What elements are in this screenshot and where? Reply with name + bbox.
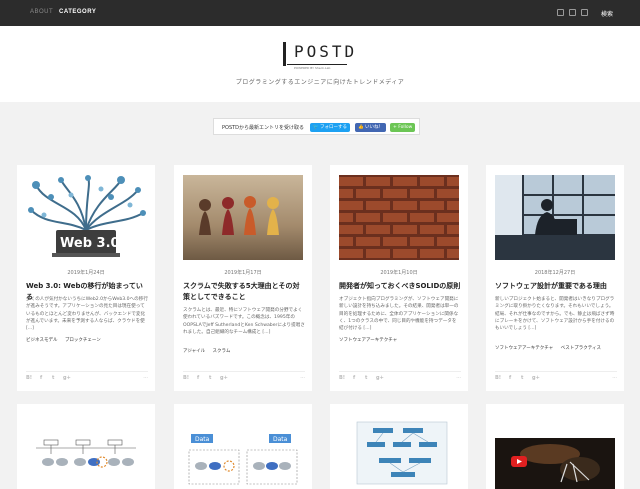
- hatena-bookmark-icon[interactable]: B!: [183, 375, 189, 381]
- tag-link[interactable]: ソフトウェアアーキテクチャ: [339, 338, 397, 343]
- follow-label: POSTDから最新エントリを受け取る: [222, 125, 305, 131]
- article-excerpt: 新しいプロジェクト始まると、開発者はいきなりプログラミングに取り掛かりたくなりま…: [495, 297, 615, 332]
- more-share-icon[interactable]: ...: [300, 374, 305, 380]
- article-card[interactable]: 2019年1月10日 開発者が知っておくべきSOLIDの原則 オブジェクト指向プ…: [330, 165, 468, 391]
- facebook-share-icon[interactable]: f: [197, 375, 199, 381]
- twitter-share-icon[interactable]: t: [521, 375, 523, 381]
- article-card[interactable]: 2018年12月27日 ソフトウェア設計が重要である理由 新しいプロジェクト始ま…: [486, 165, 624, 391]
- more-share-icon[interactable]: ...: [612, 374, 617, 380]
- share-bar: B! f t g+ ...: [495, 371, 617, 381]
- share-bar: B! f t g+ ...: [26, 371, 148, 381]
- diagram-data-label: Data: [273, 436, 288, 443]
- article-tags: アジャイル スクラム: [183, 348, 305, 354]
- tag-link[interactable]: ビジネスモデル: [26, 338, 58, 343]
- data-distribution-diagram-image: Data Data: [188, 434, 298, 485]
- hatena-bookmark-icon[interactable]: B!: [339, 375, 345, 381]
- article-thumbnail[interactable]: [26, 414, 146, 489]
- top-nav: ABOUT CATEGORY 検索: [0, 0, 640, 26]
- facebook-share-icon[interactable]: f: [509, 375, 511, 381]
- tag-link[interactable]: スクラム: [213, 349, 231, 354]
- article-title[interactable]: 開発者が知っておくべきSOLIDの原則: [339, 281, 461, 292]
- logo-powered-by: POWERED BY Sheck.Lab: [294, 66, 331, 70]
- article-thumbnail[interactable]: [339, 414, 459, 489]
- article-card[interactable]: Web 3.0 2019年1月24日 Web 3.0: Webの移行が始まってい…: [17, 165, 155, 391]
- pawn-figures-photo: [183, 175, 303, 260]
- nav-category-link[interactable]: CATEGORY: [59, 9, 96, 15]
- google-plus-share-icon[interactable]: g+: [63, 375, 71, 381]
- facebook-like-label: いいね！: [365, 125, 384, 130]
- facebook-share-icon[interactable]: f: [40, 375, 42, 381]
- logo-text: POSTD: [294, 42, 358, 61]
- facebook-icon[interactable]: [569, 9, 576, 16]
- diagram-data-label: Data: [195, 436, 210, 443]
- article-thumbnail[interactable]: [495, 414, 615, 489]
- architecture-diagram-image: [36, 439, 136, 468]
- tag-link[interactable]: ブロックチェーン: [65, 338, 101, 343]
- article-thumbnail[interactable]: Data Data: [183, 414, 303, 489]
- nav-about-link[interactable]: ABOUT: [30, 9, 53, 15]
- site-tagline: プログラミングするエンジニアに向けたトレンドメディア: [235, 79, 405, 86]
- video-thumbnail-image: [495, 438, 615, 489]
- logo-bar: [283, 42, 286, 66]
- article-card[interactable]: [486, 404, 624, 489]
- tag-link[interactable]: アジャイル: [183, 349, 205, 354]
- feedly-follow-label: Follow: [398, 125, 413, 130]
- article-date: 2019年1月17日: [224, 270, 262, 276]
- follow-bar: POSTDから最新エントリを受け取る 🐦 フォローする 👍 いいね！ + Fol…: [213, 118, 420, 135]
- search-button[interactable]: 検索: [601, 9, 613, 18]
- article-card[interactable]: Data Data: [174, 404, 312, 489]
- site-logo[interactable]: POSTD POWERED BY Sheck.Lab: [283, 42, 357, 70]
- site-header: POSTD POWERED BY Sheck.Lab プログラミングするエンジニ…: [0, 26, 640, 102]
- article-tags: ビジネスモデル ブロックチェーン: [26, 337, 148, 343]
- more-share-icon[interactable]: ...: [456, 374, 461, 380]
- article-card[interactable]: 2019年1月17日 スクラムで失敗する5大理由とその対策としてできること スク…: [174, 165, 312, 391]
- more-share-icon[interactable]: ...: [143, 374, 148, 380]
- tag-link[interactable]: ベストプラクティス: [561, 346, 601, 351]
- web3-illustration: Web 3.0: [28, 175, 146, 257]
- facebook-share-icon[interactable]: f: [353, 375, 355, 381]
- twitter-share-icon[interactable]: t: [365, 375, 367, 381]
- article-tags: ソフトウェアアーキテクチャ ベストプラクティス: [495, 345, 617, 351]
- share-bar: B! f t g+ ...: [339, 371, 461, 381]
- article-date: 2018年12月27日: [534, 270, 576, 276]
- window-silhouette-photo: [495, 175, 615, 260]
- hatena-bookmark-icon[interactable]: B!: [495, 375, 501, 381]
- share-bar: B! f t g+ ...: [183, 371, 305, 381]
- feedly-follow-button[interactable]: + Follow: [390, 123, 416, 132]
- article-title[interactable]: スクラムで失敗する5大理由とその対策としてできること: [183, 281, 305, 303]
- twitter-follow-button[interactable]: 🐦 フォローする: [310, 123, 351, 132]
- article-tags: ソフトウェアアーキテクチャ: [339, 337, 461, 343]
- article-thumbnail[interactable]: [339, 175, 459, 260]
- article-date: 2019年1月10日: [380, 270, 418, 276]
- twitter-share-icon[interactable]: t: [209, 375, 211, 381]
- twitter-icon[interactable]: [557, 9, 564, 16]
- google-plus-share-icon[interactable]: g+: [532, 375, 540, 381]
- google-plus-share-icon[interactable]: g+: [220, 375, 228, 381]
- rss-icon[interactable]: [581, 9, 588, 16]
- article-thumbnail[interactable]: [495, 175, 615, 260]
- article-excerpt: スクラムとは、最近、特にソフトウェア開発の分野でよく使われているバズワードです。…: [183, 308, 305, 335]
- tag-link[interactable]: ソフトウェアアーキテクチャ: [495, 346, 553, 351]
- logo-underline: [287, 64, 347, 65]
- twitter-share-icon[interactable]: t: [52, 375, 54, 381]
- article-title[interactable]: ソフトウェア設計が重要である理由: [495, 281, 617, 292]
- twitter-follow-label: フォローする: [320, 125, 348, 130]
- article-card[interactable]: [330, 404, 468, 489]
- article-thumbnail[interactable]: [183, 175, 303, 260]
- web3-image-text: Web 3.0: [60, 236, 120, 251]
- hatena-bookmark-icon[interactable]: B!: [26, 375, 32, 381]
- article-card[interactable]: [17, 404, 155, 489]
- flow-diagram-image: [356, 421, 448, 485]
- article-excerpt: オブジェクト指向プログラミングが、ソフトウェア開発に新しい設計を持ち込みました。…: [339, 297, 459, 332]
- facebook-like-button[interactable]: 👍 いいね！: [355, 123, 387, 132]
- article-date: 2019年1月24日: [67, 270, 105, 276]
- article-thumbnail[interactable]: Web 3.0: [26, 175, 146, 260]
- brick-wall-photo: [339, 175, 459, 260]
- article-excerpt: 多くの人が気付かないうちにWeb2.0からWeb3.0への移行が進みそうです。ア…: [26, 297, 148, 332]
- google-plus-share-icon[interactable]: g+: [376, 375, 384, 381]
